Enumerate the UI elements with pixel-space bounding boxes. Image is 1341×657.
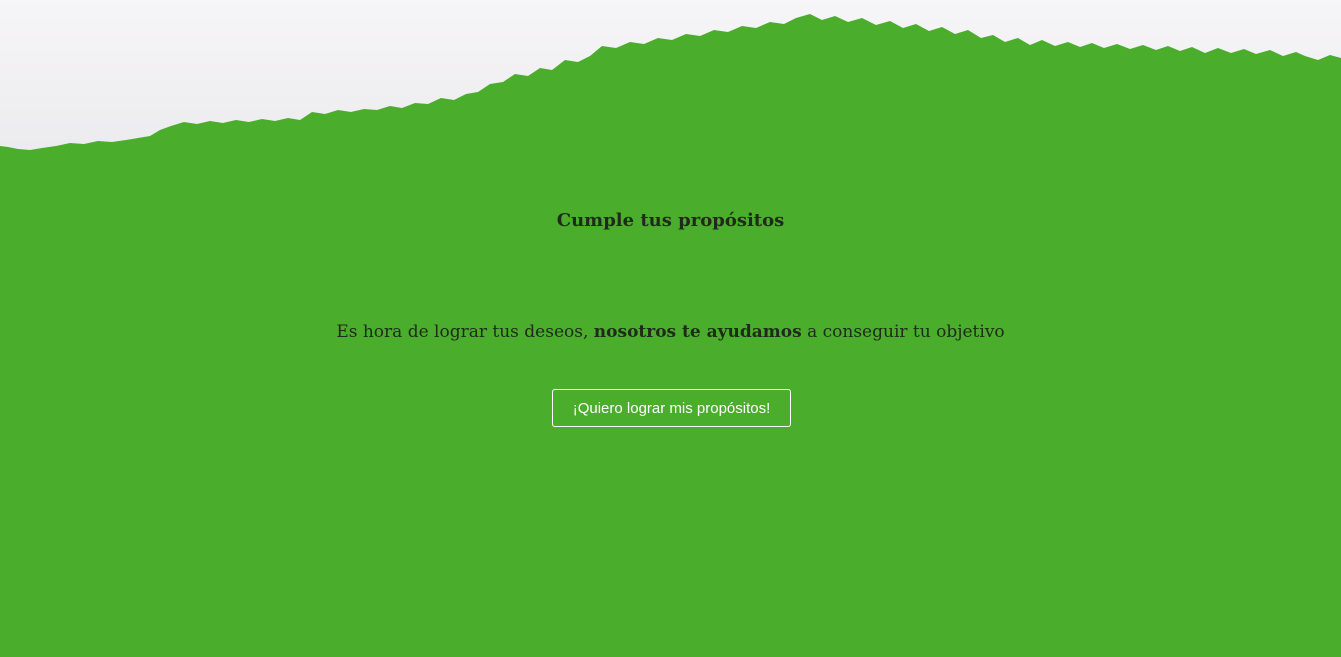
- subtitle-text-start: Es hora de lograr tus deseos,: [336, 322, 594, 342]
- cta-button[interactable]: ¡Quiero lograr mis propósitos!: [552, 389, 791, 427]
- hero-title: Cumple tus propósitos: [556, 210, 785, 231]
- torn-paper-edge: [0, 0, 1341, 150]
- subtitle-text-end: a conseguir tu objetivo: [801, 322, 1005, 342]
- hero-subtitle: Es hora de lograr tus deseos, nosotros t…: [0, 322, 1341, 342]
- subtitle-bold-text: nosotros te ayudamos: [593, 322, 802, 342]
- hero-section: Cumple tus propósitos Es hora de lograr …: [0, 0, 1341, 657]
